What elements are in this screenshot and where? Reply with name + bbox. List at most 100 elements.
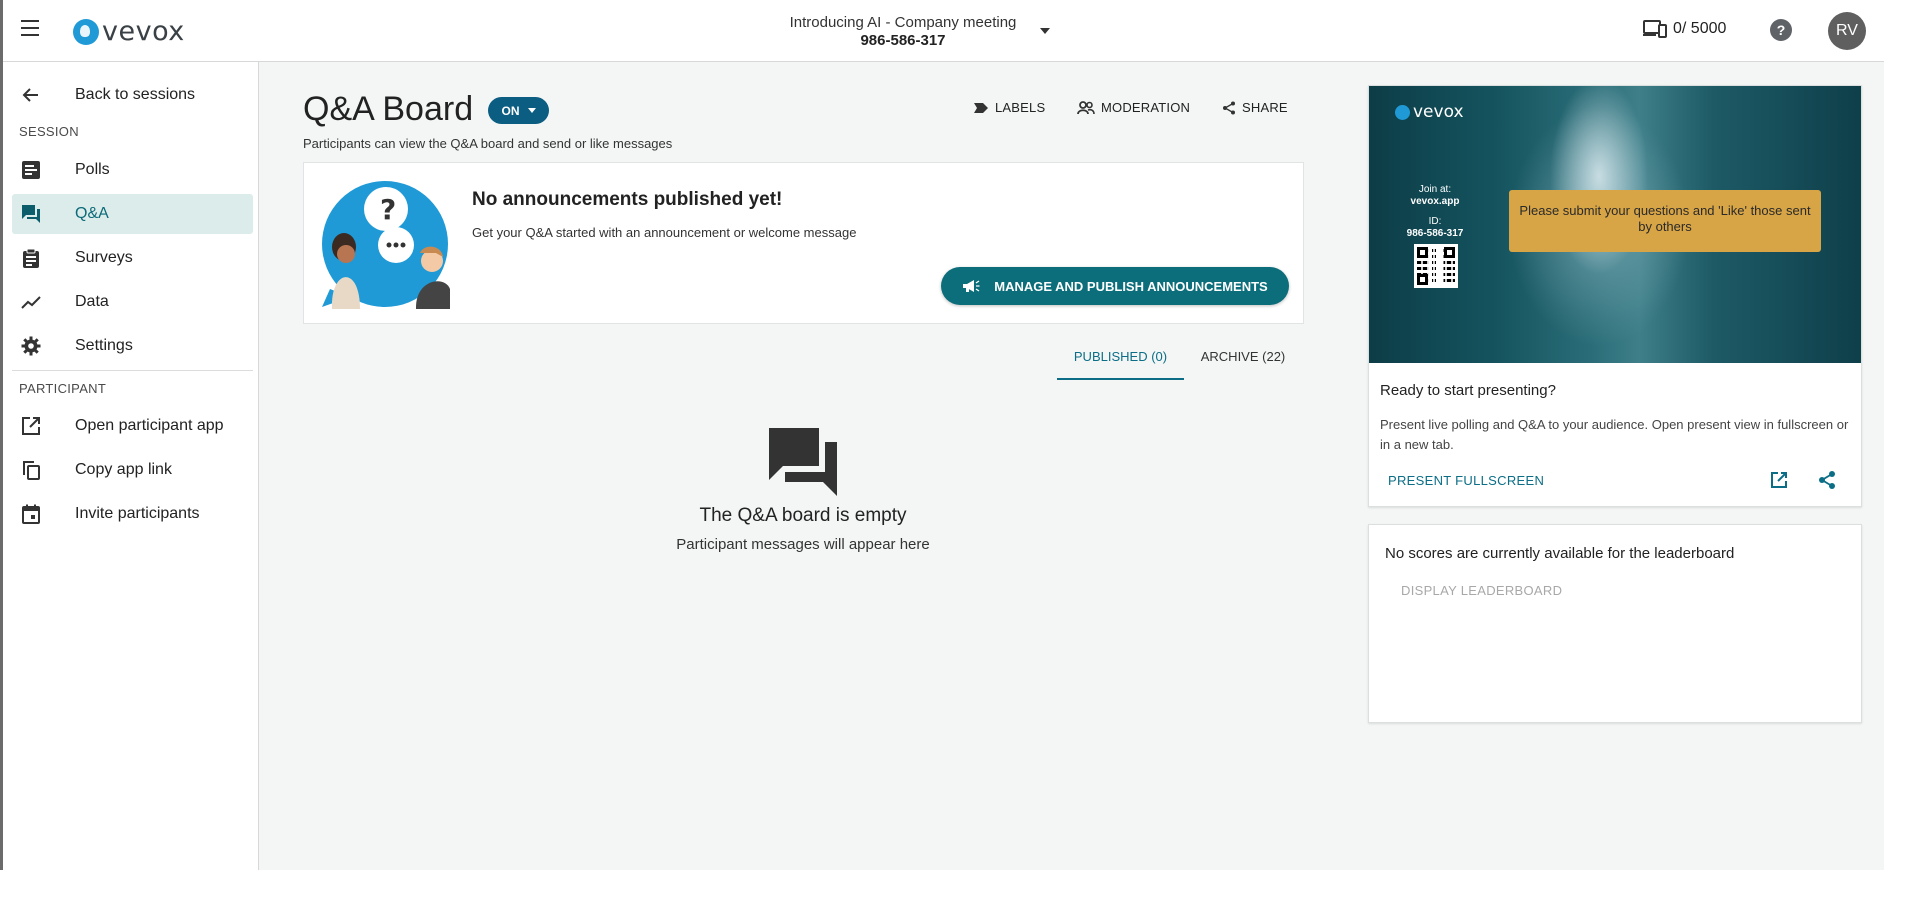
session-id: 986-586-317 [860, 32, 946, 49]
empty-board-description: Participant messages will appear here [676, 536, 930, 553]
ready-to-present-description: Present live polling and Q&A to your aud… [1380, 417, 1849, 452]
sidebar-item-label: Polls [75, 161, 110, 178]
preview-vevox-logo: vevox [1395, 102, 1464, 122]
announcement-empty-description: Get your Q&A started with an announcemen… [472, 225, 857, 240]
sidebar-item-surveys[interactable]: Surveys [12, 238, 253, 278]
preview-message: Please submit your questions and 'Like' … [1509, 190, 1821, 252]
leaderboard-empty-title: No scores are currently available for th… [1385, 545, 1735, 562]
present-card: vevox Join at: vevox.app ID: 986-586-317… [1368, 85, 1862, 507]
announcement-empty-title: No announcements published yet! [472, 189, 783, 210]
open-in-new-icon [22, 417, 40, 435]
share-button-label: SHARE [1242, 100, 1288, 115]
page-subtitle: Participants can view the Q&A board and … [303, 136, 673, 151]
qr-finder [1417, 247, 1428, 258]
labels-button[interactable]: LABELS [973, 100, 1045, 115]
manage-publish-announcements-button[interactable]: MANAGE AND PUBLISH ANNOUNCEMENTS [941, 267, 1289, 305]
qa-illustration: ? [322, 181, 450, 309]
copy-icon [23, 461, 40, 480]
sidebar-item-copy-app-link[interactable]: Copy app link [12, 450, 253, 490]
top-bar: vevox Introducing AI - Company meeting 9… [3, 0, 1884, 62]
chevron-down-icon [527, 108, 536, 113]
sidebar-item-label: Copy app link [75, 461, 172, 478]
svg-text:?: ? [380, 193, 396, 226]
qa-status-toggle[interactable]: ON [488, 97, 549, 124]
manage-publish-announcements-label: MANAGE AND PUBLISH ANNOUNCEMENTS [994, 278, 1268, 294]
join-id-value: 986-586-317 [1406, 228, 1464, 239]
tab-label: PUBLISHED (0) [1073, 349, 1168, 364]
sidebar-item-polls[interactable]: Polls [12, 150, 253, 190]
present-fullscreen-button[interactable]: PRESENT FULLSCREEN [1388, 473, 1544, 488]
share-icon [1223, 101, 1235, 114]
vevox-logo-mark [73, 18, 99, 45]
trending-icon [21, 296, 41, 309]
share-button[interactable]: SHARE [1222, 100, 1288, 115]
app-window: vevox Introducing AI - Company meeting 9… [0, 0, 1884, 870]
sidebar-item-settings[interactable]: Settings [12, 326, 253, 366]
sidebar: Back to sessions SESSION Polls Q&A Surve… [3, 62, 259, 870]
session-section-label: SESSION [19, 124, 79, 139]
announcement-card: ? No announcements published yet! Get yo… [303, 162, 1304, 324]
join-at-label: Join at: [1418, 184, 1452, 195]
avatar[interactable]: RV [1828, 12, 1866, 50]
page-title: Q&A Board [303, 90, 474, 128]
tab-archive[interactable]: ARCHIVE (22) [1189, 338, 1297, 380]
sidebar-item-label: Invite participants [75, 505, 200, 522]
open-in-new-tab-icon[interactable] [1769, 470, 1789, 490]
page-scrollbar-track[interactable] [1884, 0, 1913, 870]
help-icon[interactable]: ? [1770, 19, 1792, 41]
leaderboard-card: No scores are currently available for th… [1368, 524, 1862, 723]
preview-logo-text: vevox [1413, 102, 1464, 122]
clipboard-icon [23, 248, 39, 268]
sidebar-item-data[interactable]: Data [12, 282, 253, 322]
label-icon [974, 102, 988, 113]
moderation-button[interactable]: MODERATION [1077, 100, 1190, 115]
sidebar-item-label: Open participant app [75, 417, 224, 434]
qr-finder [1444, 247, 1455, 258]
bottom-blank-area [0, 870, 1913, 911]
session-title: Introducing AI - Company meeting [789, 14, 1017, 31]
sidebar-item-label: Settings [75, 337, 133, 354]
session-dropdown-caret-icon[interactable] [1040, 28, 1050, 34]
forum-empty-icon [769, 428, 837, 496]
preview-logo-mark [1395, 104, 1410, 120]
participant-section-label: PARTICIPANT [19, 381, 107, 396]
vevox-logo[interactable]: vevox [73, 16, 185, 47]
session-selector[interactable]: Introducing AI - Company meeting 986-586… [783, 14, 1023, 50]
sidebar-item-invite-participants[interactable]: Invite participants [12, 494, 253, 534]
arrow-back-icon [22, 88, 38, 102]
menu-icon[interactable] [21, 20, 43, 38]
sidebar-item-label: Surveys [75, 249, 133, 266]
share-icon[interactable] [1817, 470, 1837, 490]
forum-icon [22, 205, 40, 223]
qr-code-pattern [1417, 247, 1455, 285]
sidebar-item-label: Data [75, 293, 109, 310]
calendar-icon [22, 504, 40, 524]
join-id-label: ID: [1428, 216, 1442, 227]
labels-button-label: LABELS [995, 100, 1046, 115]
vevox-logo-text: vevox [102, 16, 185, 47]
sidebar-item-qa[interactable]: Q&A [12, 194, 253, 234]
tab-label: ARCHIVE (22) [1200, 349, 1286, 364]
back-to-sessions-link[interactable]: Back to sessions [3, 76, 253, 114]
tab-published[interactable]: PUBLISHED (0) [1057, 338, 1184, 380]
sidebar-item-open-participant-app[interactable]: Open participant app [12, 406, 253, 446]
participant-counter[interactable]: 0/ 5000 [1643, 20, 1726, 38]
gear-icon [21, 336, 41, 356]
qa-status-label: ON [501, 103, 520, 118]
present-preview[interactable]: vevox Join at: vevox.app ID: 986-586-317… [1369, 86, 1861, 363]
sidebar-divider [12, 370, 253, 371]
display-leaderboard-button[interactable]: DISPLAY LEADERBOARD [1401, 583, 1562, 598]
join-info: Join at: vevox.app ID: 986-586-317 [1393, 184, 1477, 240]
qr-finder [1417, 274, 1428, 285]
join-url: vevox.app [1410, 196, 1460, 207]
ready-to-present-title: Ready to start presenting? [1380, 382, 1556, 399]
people-icon [1077, 100, 1095, 114]
megaphone-icon [963, 280, 980, 292]
empty-board-title: The Q&A board is empty [699, 505, 907, 526]
moderation-button-label: MODERATION [1101, 100, 1191, 115]
poll-icon [22, 161, 40, 179]
sidebar-item-label: Q&A [75, 205, 109, 222]
qr-code [1414, 244, 1458, 288]
devices-icon [1643, 20, 1667, 38]
back-to-sessions-label: Back to sessions [75, 86, 196, 103]
